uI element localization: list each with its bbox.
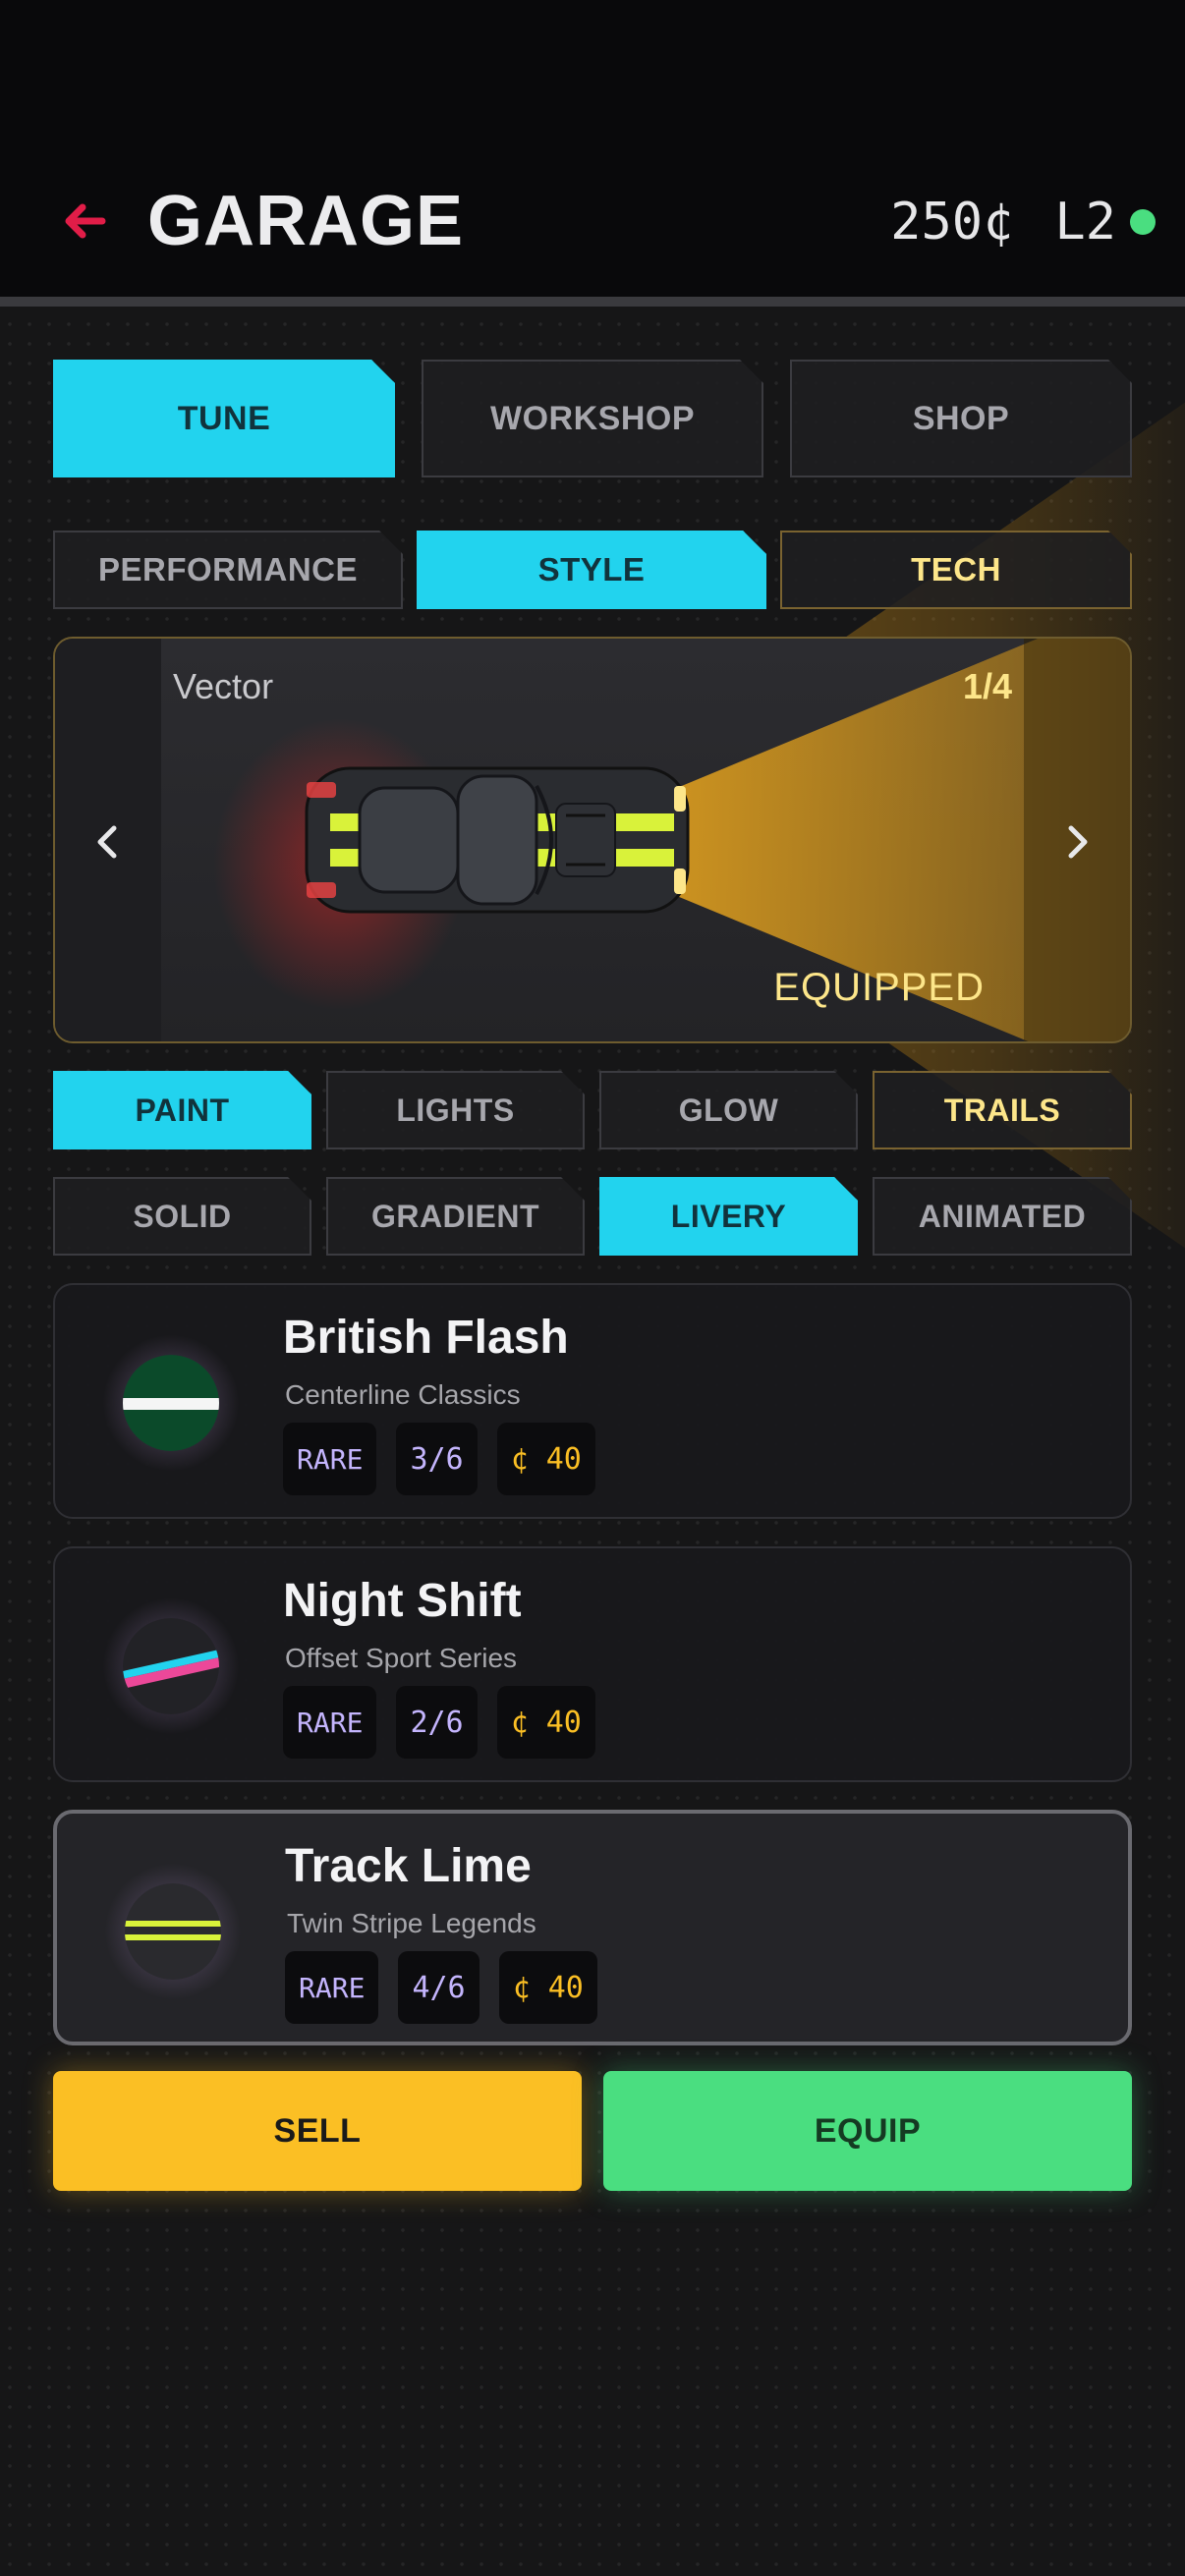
night-shift-swatch-icon (123, 1618, 219, 1714)
level-value: L2 (1054, 193, 1116, 252)
rarity-badge: RARE (283, 1686, 377, 1759)
car-index: 1/4 (962, 666, 1012, 706)
livery-card-british-flash[interactable]: British Flash Centerline Classics RARE 3… (53, 1283, 1132, 1519)
tab-performance[interactable]: PERFORMANCE (53, 531, 403, 609)
equipped-label: EQUIPPED (773, 966, 985, 1009)
tab-gradient[interactable]: GRADIENT (326, 1177, 585, 1256)
car-preview: Vector 1/4 EQUIPPED (53, 637, 1132, 1043)
tab-workshop[interactable]: WORKSHOP (422, 360, 763, 477)
page-title: GARAGE (147, 182, 465, 260)
tab-tune[interactable]: TUNE (53, 360, 395, 477)
count-badge: 4/6 (398, 1951, 480, 2024)
tab-solid[interactable]: SOLID (53, 1177, 311, 1256)
track-lime-swatch-icon (125, 1883, 221, 1980)
price-badge: ¢ 40 (496, 1686, 595, 1759)
rarity-badge: RARE (283, 1423, 377, 1495)
chevron-left-icon[interactable] (88, 820, 128, 864)
tab-tech[interactable]: TECH (780, 531, 1132, 609)
livery-swatch (104, 1863, 242, 2000)
livery-name: Night Shift (283, 1575, 522, 1627)
car-sprite (305, 766, 690, 914)
chevron-right-icon[interactable] (1057, 820, 1097, 864)
livery-swatch (102, 1334, 240, 1472)
count-badge: 3/6 (396, 1423, 478, 1495)
sell-button[interactable]: SELL (53, 2071, 582, 2191)
count-badge: 2/6 (396, 1686, 478, 1759)
tab-style[interactable]: STYLE (417, 531, 766, 609)
livery-name: Track Lime (285, 1840, 532, 1892)
top-bar: GARAGE 250¢ L2 (0, 0, 1185, 307)
player-stats: 250¢ L2 (890, 193, 1156, 252)
tab-shop[interactable]: SHOP (790, 360, 1132, 477)
online-status-dot (1130, 209, 1156, 235)
tab-lights[interactable]: LIGHTS (326, 1071, 585, 1149)
livery-name: British Flash (283, 1312, 569, 1364)
price-badge: ¢ 40 (498, 1951, 597, 2024)
rarity-badge: RARE (285, 1951, 379, 2024)
equip-button[interactable]: EQUIP (603, 2071, 1132, 2191)
credits-value: 250¢ (890, 193, 1014, 252)
livery-card-track-lime[interactable]: Track Lime Twin Stripe Legends RARE 4/6 … (53, 1810, 1132, 2045)
arrow-left-icon[interactable] (59, 196, 108, 246)
tab-trails[interactable]: TRAILS (873, 1071, 1132, 1149)
price-badge: ¢ 40 (496, 1423, 595, 1495)
livery-series: Centerline Classics (285, 1379, 521, 1410)
british-flash-swatch-icon (123, 1355, 219, 1451)
livery-series: Offset Sport Series (285, 1643, 518, 1673)
livery-swatch (102, 1597, 240, 1735)
livery-series: Twin Stripe Legends (287, 1908, 536, 1938)
livery-card-night-shift[interactable]: Night Shift Offset Sport Series RARE 2/6… (53, 1546, 1132, 1782)
tab-glow[interactable]: GLOW (599, 1071, 858, 1149)
tab-animated[interactable]: ANIMATED (873, 1177, 1132, 1256)
car-name: Vector (173, 666, 274, 706)
tab-paint[interactable]: PAINT (53, 1071, 311, 1149)
tab-livery[interactable]: LIVERY (599, 1177, 858, 1256)
